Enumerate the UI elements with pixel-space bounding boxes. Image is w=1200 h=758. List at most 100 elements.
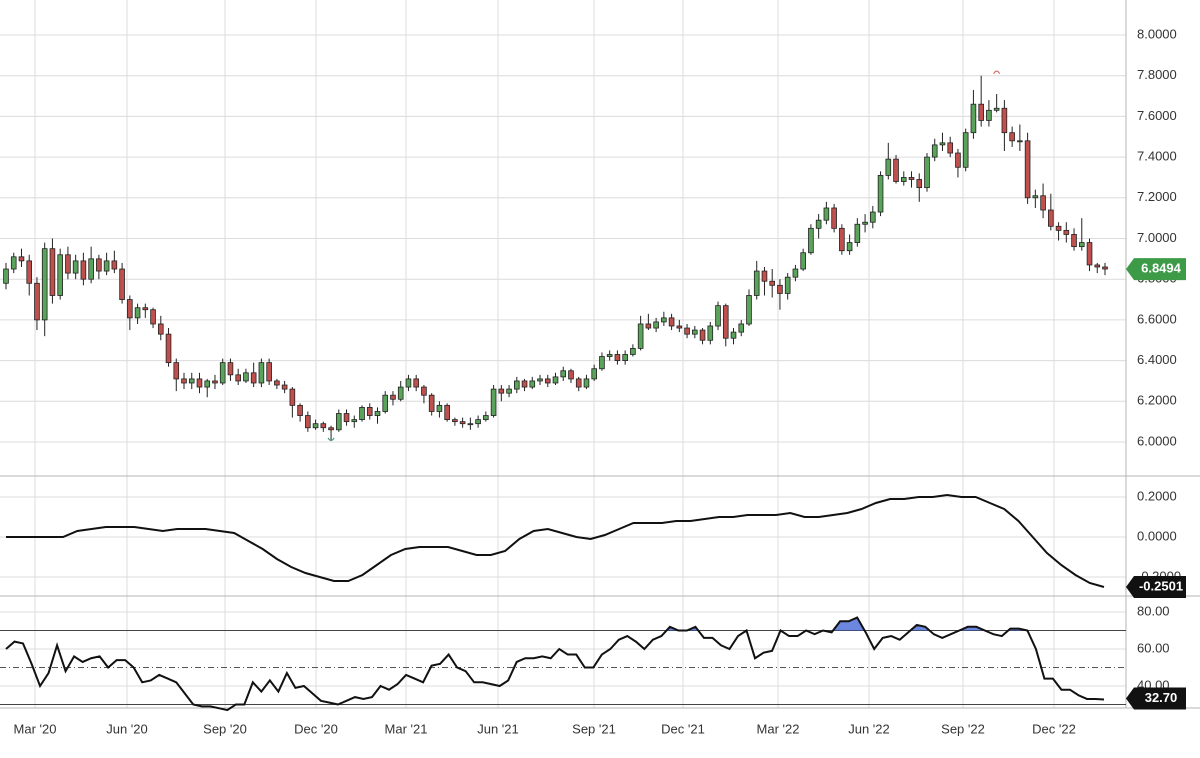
candle-body (235, 374, 241, 382)
oscillator-last-value-badge: -0.2501 (1126, 576, 1186, 599)
candle-body (1009, 132, 1015, 142)
candle-body (274, 380, 280, 386)
candle-body (1086, 242, 1093, 266)
candle (893, 155, 899, 184)
candle-body (769, 280, 776, 286)
candle-body (514, 380, 520, 390)
x-tick-label: Mar '20 (14, 721, 57, 736)
candle-body (931, 144, 938, 158)
candle-body (41, 248, 48, 321)
candle-body (351, 419, 358, 423)
candle-body (955, 152, 961, 168)
price-tick-label: 7.2000 (1137, 189, 1177, 204)
x-tick-label: Jun '20 (106, 721, 148, 736)
price-tick-label: 7.6000 (1137, 108, 1177, 123)
candle-body (599, 356, 605, 370)
x-tick-label: Dec '22 (1032, 721, 1076, 736)
candle (266, 358, 272, 386)
price-tick-label: 7.0000 (1137, 230, 1177, 245)
candle-body (88, 258, 94, 280)
candle (57, 248, 63, 300)
oscillator-tick-label: 0.2000 (1137, 488, 1177, 503)
candle-body (1078, 242, 1085, 248)
candle-body (343, 413, 350, 423)
candle-body (34, 282, 40, 321)
candle-body (568, 370, 574, 380)
candle-body (1040, 195, 1046, 211)
candle (831, 203, 837, 233)
candle-body (738, 323, 745, 333)
candle-body (490, 388, 497, 416)
candle-body (746, 295, 752, 325)
x-tick-label: Mar '22 (757, 721, 800, 736)
candle (962, 128, 969, 172)
candle-body (390, 394, 396, 400)
candle-body (870, 211, 876, 223)
candle-body (1024, 140, 1031, 199)
candle-body (204, 380, 211, 388)
price-tick-label: 6.6000 (1137, 311, 1177, 326)
candle-body (893, 158, 899, 182)
candle-body (722, 305, 729, 339)
x-tick-label: Jun '22 (848, 721, 890, 736)
candle-body (630, 347, 636, 355)
candle (490, 385, 497, 418)
candle (219, 358, 226, 386)
candle-body (1102, 266, 1108, 270)
candle-body (467, 423, 474, 426)
candle-body (452, 419, 458, 423)
candle-body (111, 260, 118, 270)
chart-root: 6.00006.20006.40006.60006.80007.00007.20… (0, 0, 1200, 753)
price-tick-label: 6.4000 (1137, 352, 1177, 367)
candle-body (165, 333, 172, 364)
candle-body (281, 384, 288, 390)
oscillator-tick-label: 0.0000 (1137, 528, 1177, 543)
price-last-value-badge: 6.8494 (1126, 258, 1186, 281)
candle-body (537, 378, 543, 382)
candle-body (359, 407, 365, 421)
rsi-tick-label: 80.00 (1137, 603, 1170, 618)
candle-body (320, 423, 327, 429)
candle-body (498, 388, 505, 394)
candle-body (839, 227, 845, 252)
candle-body (57, 254, 63, 296)
candle-body (622, 354, 628, 361)
candle-body (119, 268, 125, 300)
rsi-tick-label: 60.00 (1137, 640, 1170, 655)
candle-body (328, 427, 334, 431)
candle-body (366, 407, 373, 416)
candle-body (560, 370, 567, 378)
candle-body (428, 394, 435, 412)
candle-body (715, 305, 721, 327)
candle-body (823, 207, 830, 221)
candle (839, 224, 845, 255)
candle-body (103, 260, 110, 272)
candle-body (49, 248, 56, 296)
candle-body (924, 156, 930, 189)
candle-body (335, 413, 342, 431)
candle-body (227, 362, 234, 376)
candle-body (219, 362, 226, 384)
price-tick-label: 6.2000 (1137, 393, 1177, 408)
candle (258, 358, 265, 388)
candle-body (707, 325, 714, 341)
x-tick-label: Sep '21 (572, 721, 616, 736)
candle-body (753, 270, 760, 296)
candle-body (134, 307, 141, 319)
x-tick-label: Dec '20 (294, 721, 338, 736)
candle-body (305, 415, 311, 429)
candle (359, 405, 365, 422)
candle-body (188, 378, 195, 384)
candle-body (196, 378, 203, 388)
candle-body (885, 158, 892, 176)
candle-body (862, 221, 868, 225)
candle-body (157, 323, 164, 335)
candle-body (459, 421, 466, 425)
candle (924, 153, 930, 192)
candle (1024, 132, 1031, 204)
candle-body (544, 378, 551, 384)
chart-svg: 6.00006.20006.40006.60006.80007.00007.20… (0, 0, 1200, 753)
candle-body (606, 354, 613, 357)
candle-body (784, 276, 791, 294)
candle-body (521, 380, 528, 388)
